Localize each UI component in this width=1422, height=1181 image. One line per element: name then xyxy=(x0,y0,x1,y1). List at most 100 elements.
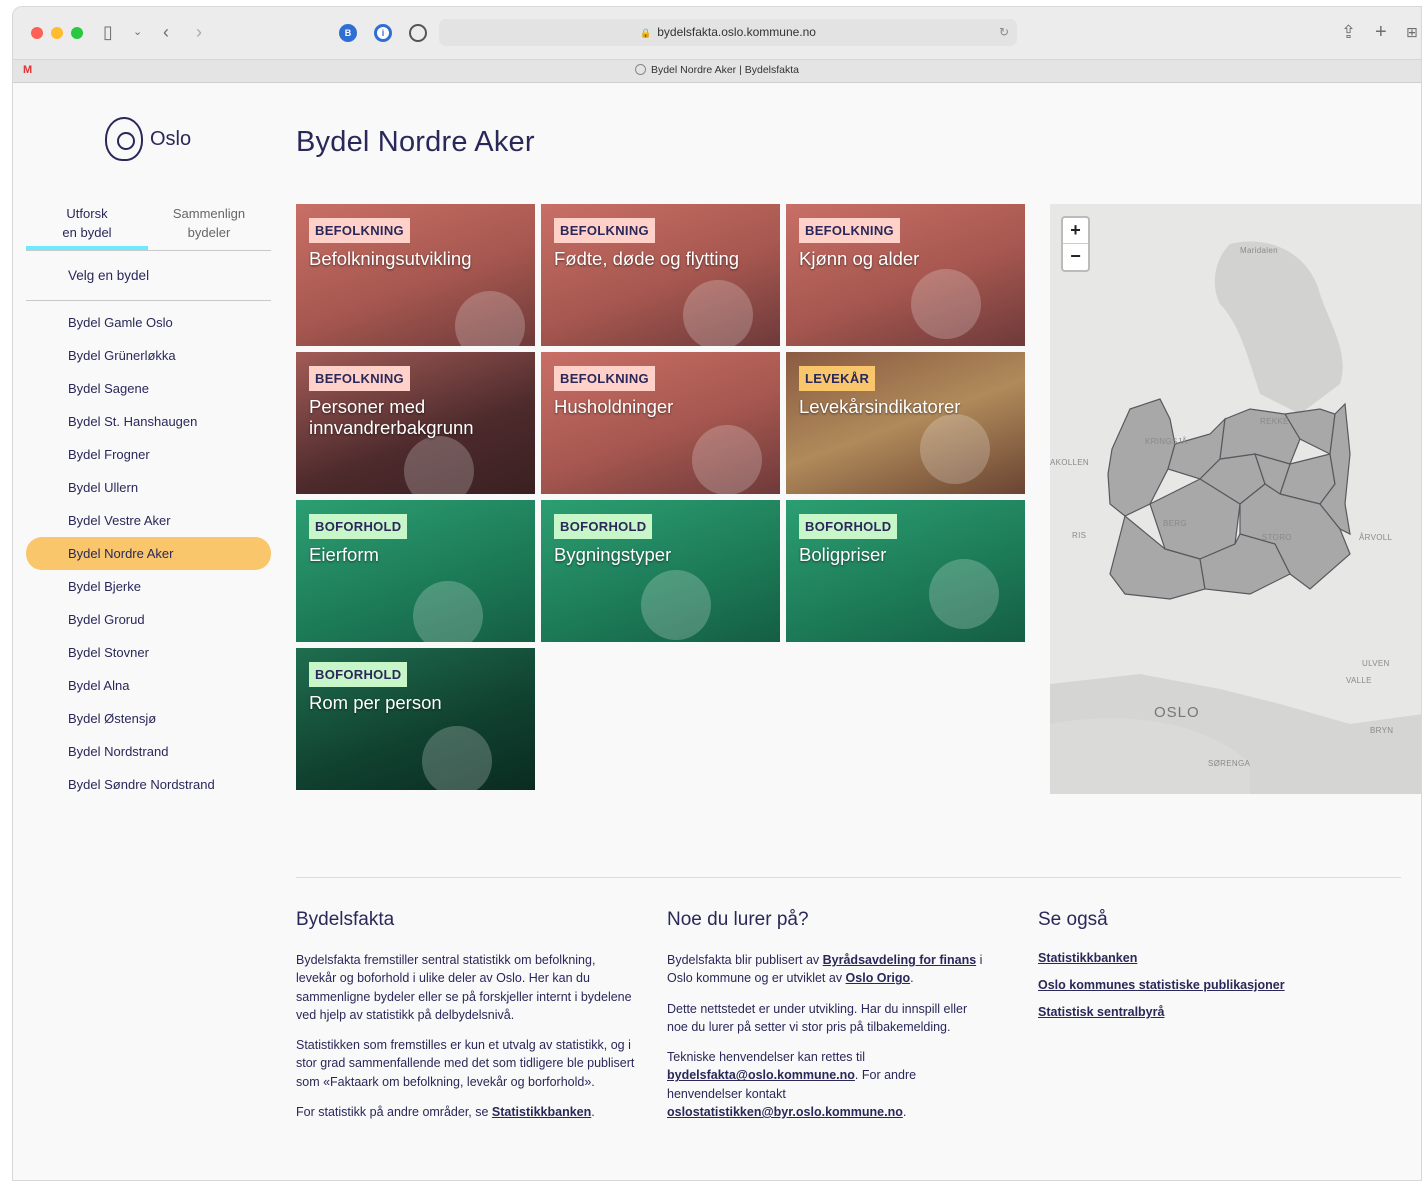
tile-photo-decoration xyxy=(641,570,711,640)
oslostatistikken-email-link[interactable]: oslostatistikken@byr.oslo.kommune.no xyxy=(667,1105,903,1119)
map-label: RIS xyxy=(1072,531,1087,540)
sidebar-item-district[interactable]: Bydel Vestre Aker xyxy=(26,504,271,537)
tab-active[interactable]: Bydel Nordre Aker | Bydelsfakta xyxy=(13,64,1421,76)
sidebar-item-district[interactable]: Bydel Sagene xyxy=(26,372,271,405)
oslo-logo[interactable]: Oslo xyxy=(105,114,191,164)
tile-title: Husholdninger xyxy=(554,396,674,417)
footer-about-text: For statistikk på andre områder, se Stat… xyxy=(296,1103,636,1121)
tab-explore-district[interactable]: Utforsk en bydel xyxy=(26,202,148,250)
topic-tile[interactable]: BEFOLKNING Befolkningsutvikling xyxy=(296,204,535,346)
tile-photo-decoration xyxy=(929,559,999,629)
address-bar[interactable]: 🔒 bydelsfakta.oslo.kommune.no ↻ xyxy=(439,19,1017,46)
sidebar-item-district[interactable]: Bydel Gamle Oslo xyxy=(26,306,271,339)
footer-text: For statistikk på andre områder, se xyxy=(296,1105,492,1120)
tile-title: Bygningstyper xyxy=(554,544,672,565)
see-also-link-statistikkbanken[interactable]: Statistikkbanken xyxy=(1038,951,1378,965)
chevron-down-icon[interactable]: ⌄ xyxy=(133,21,142,43)
zoom-out-button[interactable]: − xyxy=(1063,244,1088,270)
origo-link[interactable]: Oslo Origo xyxy=(846,971,911,985)
topic-tile[interactable]: BEFOLKNING Husholdninger xyxy=(541,352,780,494)
map-label: SØRENGA xyxy=(1208,759,1251,768)
minimize-window-button[interactable] xyxy=(51,27,63,39)
tile-category-badge: BOFORHOLD xyxy=(554,514,653,539)
tab-compare-label: Sammenlign bydeler xyxy=(172,206,246,240)
footer-text: Tekniske henvendelser kan rettes til xyxy=(667,1050,866,1065)
tile-title: Boligpriser xyxy=(799,544,887,565)
statistikkbanken-link[interactable]: Statistikkbanken xyxy=(492,1105,591,1119)
tile-category-badge: BOFORHOLD xyxy=(799,514,898,539)
tile-title: Personer med innvandrerbakgrunn xyxy=(309,396,474,438)
district-map[interactable]: + − Maridalen KRINGSJÅ AKOLLEN RIS BERG … xyxy=(1050,204,1421,794)
district-list: Bydel Gamle Oslo Bydel Grünerløkka Bydel S… xyxy=(26,306,271,801)
footer-about-text: Statistikken som fremstilles er kun et u… xyxy=(296,1038,635,1089)
reload-icon[interactable]: ↻ xyxy=(999,19,1009,46)
topic-tile[interactable]: BEFOLKNING Fødte, døde og flytting xyxy=(541,204,780,346)
tile-photo-decoration xyxy=(911,269,981,339)
bydelsfakta-email-link[interactable]: bydelsfakta@oslo.kommune.no xyxy=(667,1068,855,1082)
tile-title: Kjønn og alder xyxy=(799,248,920,269)
footer-text: . xyxy=(910,971,914,986)
topic-grid: BEFOLKNING Befolkningsutvikling BEFOLKNING… xyxy=(296,204,1031,794)
sidebar-item-district[interactable]: Bydel Østensjø xyxy=(26,702,271,735)
shield-icon[interactable] xyxy=(409,24,427,42)
topic-tile[interactable]: BEFOLKNING Personer med innvandrerbakgrun… xyxy=(296,352,535,494)
zoom-in-button[interactable]: + xyxy=(1063,218,1088,244)
page-title: Bydel Nordre Aker xyxy=(296,126,535,158)
topic-tile[interactable]: BOFORHOLD Boligpriser xyxy=(786,500,1025,642)
tile-photo-decoration xyxy=(404,436,474,494)
sidebar-item-district[interactable]: Bydel Ullern xyxy=(26,471,271,504)
tile-photo-decoration xyxy=(920,414,990,484)
sidebar-item-district[interactable]: Bydel Grünerløkka xyxy=(26,339,271,372)
topic-tile[interactable]: BOFORHOLD Rom per person xyxy=(296,648,535,790)
tile-title: Fødte, døde og flytting xyxy=(554,248,740,269)
map-label: BERG xyxy=(1163,519,1187,528)
tab-overview-icon[interactable]: ⊞ xyxy=(1406,21,1418,43)
share-icon[interactable]: ⇪ xyxy=(1341,21,1356,43)
map-city-label: OSLO xyxy=(1154,704,1200,721)
tab-compare-districts[interactable]: Sammenlign bydeler xyxy=(148,202,270,242)
page: Oslo Utforsk en bydel Sammenlign bydeler… xyxy=(13,84,1421,1180)
finans-link[interactable]: Byrådsavdeling for finans xyxy=(823,953,977,967)
fullscreen-window-button[interactable] xyxy=(71,27,83,39)
sidebar-item-district[interactable]: Bydel Alna xyxy=(26,669,271,702)
oslo-seal-icon xyxy=(105,117,143,161)
sidebar-item-district[interactable]: Bydel Grorud xyxy=(26,603,271,636)
footer-text: . xyxy=(902,1105,907,1120)
map-label: AKOLLEN xyxy=(1050,458,1090,467)
footer-contact-text: Bydelsfakta blir publisert av Byrådsavde… xyxy=(667,951,987,988)
topic-tile[interactable]: LEVEKÅR Levekårsindikatorer xyxy=(786,352,1025,494)
footer-about-text: Bydelsfakta fremstiller sentral statisti… xyxy=(296,953,632,1022)
footer-about: Bydelsfakta Bydelsfakta fremstiller sent… xyxy=(296,909,636,1133)
sidebar-item-district[interactable]: Bydel St. Hanshaugen xyxy=(26,405,271,438)
tile-category-badge: BEFOLKNING xyxy=(309,218,410,243)
footer-text: . xyxy=(591,1105,595,1120)
topic-tile[interactable]: BOFORHOLD Eierform xyxy=(296,500,535,642)
map-label: ULVEN xyxy=(1362,659,1390,668)
url-text: bydelsfakta.oslo.kommune.no xyxy=(657,25,816,39)
topic-tile[interactable]: BEFOLKNING Kjønn og alder xyxy=(786,204,1025,346)
sidebar-item-district[interactable]: Bydel Stovner xyxy=(26,636,271,669)
topic-tile[interactable]: BOFORHOLD Bygningstyper xyxy=(541,500,780,642)
sidebar-item-district[interactable]: Bydel Nordre Aker xyxy=(26,537,271,570)
sidebar-toggle-icon[interactable]: ▯ xyxy=(103,21,113,43)
footer-contact-heading: Noe du lurer på? xyxy=(667,909,809,930)
sidebar-item-district[interactable]: Bydel Frogner xyxy=(26,438,271,471)
tile-photo-decoration xyxy=(683,280,753,346)
close-window-button[interactable] xyxy=(31,27,43,39)
see-also-link-publikasjoner[interactable]: Oslo kommunes statistiske publikasjoner xyxy=(1038,978,1378,992)
map-label: BRYN xyxy=(1370,726,1394,735)
see-also-link-ssb[interactable]: Statistisk sentralbyrå xyxy=(1038,1005,1378,1019)
new-tab-icon[interactable]: + xyxy=(1375,21,1387,43)
sidebar-item-district[interactable]: Bydel Søndre Nordstrand xyxy=(26,768,271,801)
footer-contact-text: Dette nettstedet er under utvikling. Har… xyxy=(667,1001,968,1034)
sidebar-item-district[interactable]: Bydel Nordstrand xyxy=(26,735,271,768)
extension-icon[interactable]: B xyxy=(339,24,357,42)
sidebar-item-district[interactable]: Bydel Bjerke xyxy=(26,570,271,603)
back-icon[interactable]: ‹ xyxy=(163,21,169,43)
forward-icon[interactable]: › xyxy=(196,21,202,43)
password-manager-icon[interactable]: i xyxy=(374,24,392,42)
tile-photo-decoration xyxy=(692,425,762,494)
tile-category-badge: BEFOLKNING xyxy=(309,366,410,391)
footer-about-heading: Bydelsfakta xyxy=(296,909,395,930)
footer-text: Bydelsfakta blir publisert av xyxy=(667,953,823,967)
